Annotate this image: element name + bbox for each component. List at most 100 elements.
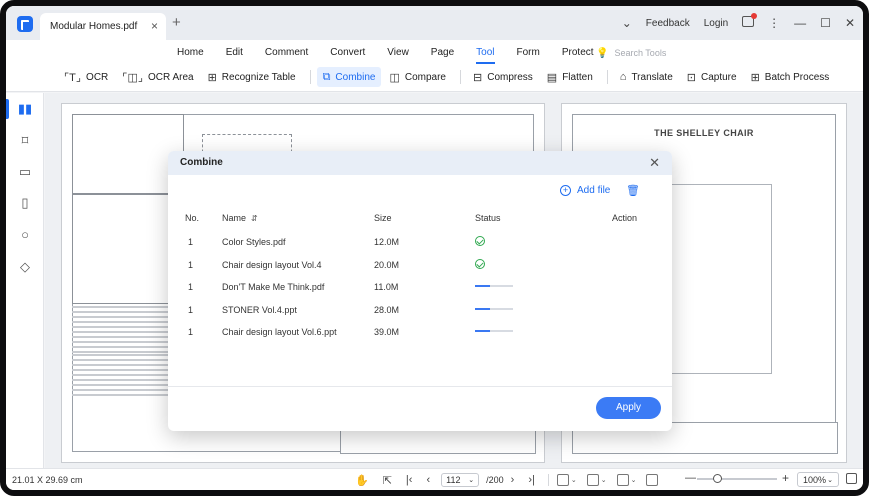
batch-process-button[interactable]: ⊞ Batch Process (745, 67, 836, 87)
table-row[interactable]: 1 Chair design layout Vol.6.ppt 39.0M (168, 327, 672, 341)
menu-form[interactable]: Form (506, 47, 551, 58)
search-tools-placeholder: Search Tools (614, 48, 667, 58)
zoom-slider-handle[interactable] (713, 474, 722, 483)
tool-label: OCR (86, 71, 109, 83)
attachment-icon[interactable]: ▯ (17, 195, 33, 211)
close-tab-icon[interactable]: × (151, 19, 158, 33)
batch-process-icon: ⊞ (750, 71, 760, 84)
zoom-in-icon[interactable]: + (782, 471, 789, 485)
column-status: Status (475, 213, 501, 223)
chevron-down-icon[interactable]: ⌄ (631, 476, 637, 484)
tool-label: Translate (631, 71, 673, 83)
thumbnails-icon[interactable]: ▮▮ (6, 99, 33, 119)
menu-comment[interactable]: Comment (254, 47, 319, 58)
login-link[interactable]: Login (704, 18, 728, 29)
close-window-icon[interactable]: ✕ (845, 16, 855, 30)
menu-home[interactable]: Home (166, 47, 215, 58)
table-row[interactable]: 1 Chair design layout Vol.4 20.0M (168, 258, 672, 274)
menu-view[interactable]: View (376, 47, 420, 58)
hand-tool-icon[interactable]: ✋ (355, 474, 369, 487)
fit-page-icon[interactable] (556, 474, 569, 486)
ocr-button[interactable]: ⌜T⌟ OCR (58, 67, 114, 87)
chevron-down-icon[interactable]: ⌄ (601, 476, 607, 484)
new-tab-button[interactable]: + (172, 14, 181, 31)
table-row[interactable]: 1 Color Styles.pdf 12.0M (168, 236, 672, 251)
ocr-area-icon: ⌜◫⌟ (122, 71, 143, 84)
search-icon[interactable]: ○ (17, 227, 33, 243)
recognize-table-button[interactable]: ⊞ Recognize Table (202, 67, 302, 87)
compress-button[interactable]: ⊟ Compress (467, 67, 539, 87)
combine-button[interactable]: ⧉ Combine (316, 67, 382, 87)
notification-icon[interactable] (742, 13, 758, 30)
dialog-title: Combine (180, 157, 223, 168)
feedback-link[interactable]: Feedback (646, 18, 690, 29)
search-tools[interactable]: 💡 Search Tools (596, 48, 666, 59)
next-page-icon[interactable]: › (511, 474, 515, 486)
ocr-area-button[interactable]: ⌜◫⌟ OCR Area (116, 67, 199, 87)
sort-icon[interactable]: ⇵ (251, 214, 258, 223)
chevron-down-icon[interactable]: ⌄ (622, 16, 632, 30)
layers-icon[interactable]: ◇ (17, 259, 33, 275)
tool-label: Combine (335, 71, 376, 83)
maximize-icon[interactable]: ☐ (820, 16, 831, 30)
toolbar-divider (606, 70, 608, 84)
zoom-slider[interactable] (697, 474, 777, 483)
comment-icon[interactable]: ▭ (17, 164, 33, 180)
status-complete-icon (475, 258, 485, 272)
zoom-level: 100% (803, 474, 827, 485)
reading-mode-icon[interactable] (646, 474, 659, 486)
page1-text-block-2 (72, 354, 172, 399)
combine-dialog: Combine ✕ + Add file 🗑 No. Name ⇵ Size St… (168, 151, 672, 431)
close-dialog-icon[interactable]: ✕ (649, 155, 660, 171)
column-no: No. (185, 213, 200, 223)
select-tool-icon[interactable]: ⇱ (383, 474, 392, 487)
row-name: Color Styles.pdf (222, 237, 286, 247)
rotate-page-icon[interactable] (616, 474, 629, 486)
page-dimensions: 21.01 X 29.69 cm (12, 475, 83, 485)
file-table-header: No. Name ⇵ Size Status Action (168, 213, 672, 227)
row-no: 1 (188, 282, 194, 292)
more-menu-icon[interactable]: ⋮ (768, 16, 780, 30)
menu-tool[interactable]: Tool (465, 47, 505, 64)
row-no: 1 (188, 237, 194, 247)
compare-button[interactable]: ◫ Compare (383, 67, 452, 87)
window-controls: ⌄ Feedback Login ⋮ — ☐ ✕ (608, 6, 855, 40)
document-tab[interactable]: Modular Homes.pdf × (40, 13, 166, 40)
page2-title: THE SHELLEY CHAIR (654, 128, 754, 138)
translate-button[interactable]: ⌂ Translate (614, 67, 679, 87)
last-page-icon[interactable]: ›| (528, 474, 535, 486)
fullscreen-icon[interactable] (846, 473, 857, 484)
add-file-label: Add file (577, 185, 611, 196)
apply-button[interactable]: Apply (596, 397, 661, 419)
tool-label: Batch Process (764, 71, 830, 83)
row-name: Chair design layout Vol.4 (222, 259, 322, 270)
tool-label: Compare (404, 71, 446, 83)
bookmark-icon[interactable]: ⌑ (17, 133, 33, 149)
zoom-out-icon[interactable]: — (685, 472, 696, 484)
recognize-table-icon: ⊞ (207, 71, 217, 84)
table-row[interactable]: 1 Don'T Make Me Think.pdf 11.0M (168, 282, 672, 296)
tool-label: Capture (700, 71, 737, 83)
previous-page-icon[interactable]: ‹ (426, 474, 430, 486)
combine-icon: ⧉ (322, 70, 331, 83)
minimize-icon[interactable]: — (794, 16, 806, 30)
single-page-icon[interactable] (586, 474, 599, 486)
first-page-icon[interactable]: |‹ (406, 474, 413, 486)
capture-icon: ⊡ (686, 71, 696, 84)
flatten-button[interactable]: ▤ Flatten (541, 67, 599, 87)
menu-edit[interactable]: Edit (215, 47, 254, 58)
chevron-down-icon[interactable]: ⌄ (571, 476, 577, 484)
zoom-level-select[interactable]: 100% ⌄ (797, 472, 839, 487)
table-row[interactable]: 1 STONER Vol.4.ppt 28.0M (168, 305, 672, 319)
status-complete-icon (475, 236, 485, 249)
row-no: 1 (188, 259, 194, 270)
menu-page[interactable]: Page (420, 47, 465, 58)
menu-convert[interactable]: Convert (319, 47, 376, 58)
add-file-button[interactable]: + Add file (560, 185, 610, 196)
tool-label: Flatten (562, 71, 593, 83)
page-number-input[interactable]: 112 ⌄ (441, 473, 480, 487)
column-name[interactable]: Name ⇵ (222, 213, 258, 223)
dialog-divider (168, 386, 672, 387)
trash-icon[interactable]: 🗑 (626, 184, 640, 197)
capture-button[interactable]: ⊡ Capture (681, 67, 743, 87)
